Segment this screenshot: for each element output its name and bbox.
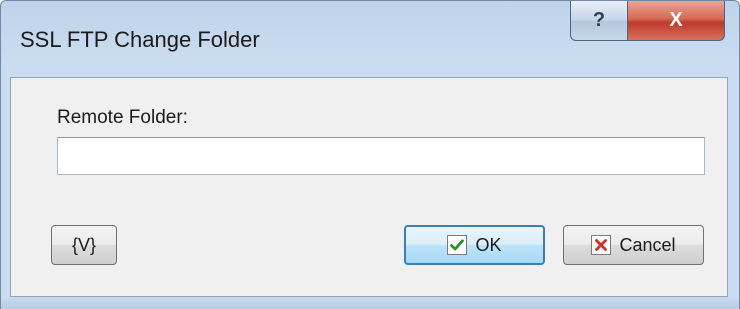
checkmark-icon	[447, 235, 468, 255]
close-button[interactable]: X	[628, 1, 725, 41]
cancel-x-icon	[591, 235, 612, 255]
dialog-body: Remote Folder: {V} OK Cancel	[10, 77, 728, 297]
remote-folder-input[interactable]	[57, 137, 705, 175]
window-bottom-frame	[1, 297, 739, 309]
dialog-window: SSL FTP Change Folder ? X Remote Folder:…	[0, 0, 740, 309]
cancel-button-label: Cancel	[619, 234, 676, 255]
cancel-button[interactable]: Cancel	[563, 225, 704, 265]
help-icon: ?	[592, 9, 606, 31]
variables-button-label: {V}	[71, 234, 97, 255]
help-button[interactable]: ?	[570, 1, 628, 41]
window-title: SSL FTP Change Folder	[20, 27, 260, 52]
ok-button-label: OK	[475, 234, 502, 255]
remote-folder-label: Remote Folder:	[57, 107, 188, 128]
ok-button[interactable]: OK	[404, 225, 545, 265]
caption-buttons: ? X	[570, 1, 725, 41]
title-bar[interactable]: SSL FTP Change Folder ? X	[1, 1, 739, 77]
variables-button[interactable]: {V}	[51, 225, 117, 265]
close-icon: X	[669, 9, 683, 31]
